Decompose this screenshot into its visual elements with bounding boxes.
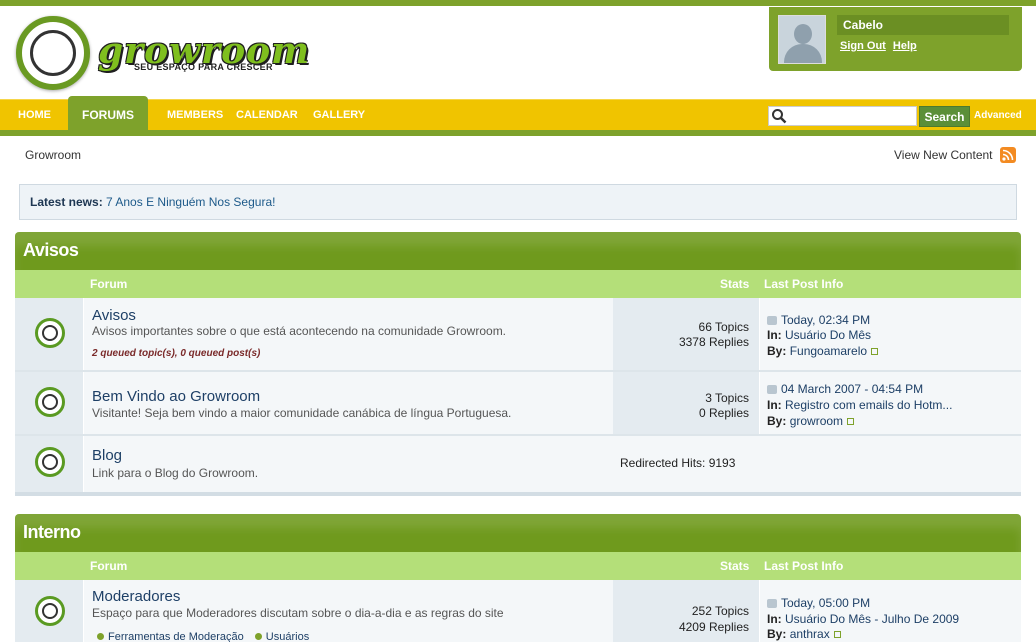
search-input[interactable]	[768, 106, 917, 126]
column-header-row: Forum Stats Last Post Info	[15, 552, 1021, 580]
nav-forums[interactable]: FORUMS	[68, 96, 148, 131]
logo-tagline: SEU ESPAÇO PARA CRESCER	[134, 62, 273, 72]
nav-calendar[interactable]: CALENDAR	[236, 100, 298, 131]
last-post-author-link[interactable]: growroom	[790, 414, 843, 428]
breadcrumb[interactable]: Growroom	[25, 148, 81, 162]
go-to-last-post-icon[interactable]	[767, 599, 777, 608]
go-to-last-post-icon[interactable]	[767, 385, 777, 394]
replies-count: 0 Replies	[698, 406, 749, 420]
news-link[interactable]: 7 Anos E Ninguém Nos Segura!	[106, 195, 275, 209]
advanced-search-link[interactable]: Advanced	[974, 100, 1022, 131]
go-to-last-post-icon[interactable]	[767, 316, 777, 325]
col-last-post: Last Post Info	[764, 277, 844, 291]
col-stats: Stats	[720, 277, 750, 291]
last-post-author-link[interactable]: Fungoamarelo	[790, 344, 867, 358]
forum-row: Avisos Avisos importantes sobre o que es…	[15, 298, 1021, 372]
nav-home[interactable]: HOME	[18, 100, 51, 131]
forum-read-icon	[35, 596, 65, 626]
news-label: Latest news:	[30, 195, 103, 209]
last-post-topic-link[interactable]: Usuário Do Mês - Julho De 2009	[785, 612, 959, 626]
forum-title-link[interactable]: Bem Vindo ao Growroom	[92, 388, 260, 405]
profile-card-icon[interactable]	[847, 418, 855, 425]
col-forum: Forum	[90, 277, 128, 291]
forum-description: Espaço para que Moderadores discutam sob…	[92, 606, 504, 620]
logo-emblem-icon	[16, 16, 90, 90]
main-nav: HOME FORUMS MEMBERS CALENDAR GALLERY Sea…	[0, 96, 1036, 131]
forum-description: Link para o Blog do Growroom.	[92, 466, 259, 480]
last-post-date[interactable]: 04 March 2007 - 04:54 PM	[781, 382, 923, 396]
subforum-list: Ferramentas de Moderação Usuários	[95, 631, 315, 642]
forum-read-icon	[35, 318, 65, 348]
rss-icon[interactable]	[1000, 147, 1016, 163]
topics-count: 3 Topics	[705, 391, 749, 405]
replies-count: 4209 Replies	[678, 620, 749, 634]
last-post-topic-link[interactable]: Usuário Do Mês	[785, 328, 871, 342]
last-post-date[interactable]: Today, 02:34 PM	[781, 313, 870, 327]
search-button[interactable]: Search	[919, 106, 970, 127]
category-title[interactable]: Avisos	[15, 232, 1021, 270]
redirect-hits: Redirected Hits: 9193	[620, 456, 736, 470]
forum-description: Visitante! Seja bem vindo a maior comuni…	[92, 406, 512, 420]
nav-underline	[0, 130, 1036, 136]
category-footer	[15, 492, 1021, 496]
site-logo[interactable]: growroom SEU ESPAÇO PARA CRESCER	[16, 16, 316, 96]
view-new-content-link[interactable]: View New Content	[894, 148, 993, 162]
forum-row: Moderadores Espaço para que Moderadores …	[15, 580, 1021, 642]
profile-card-icon[interactable]	[833, 631, 841, 638]
top-strip	[0, 0, 1036, 6]
forum-read-icon	[35, 387, 65, 417]
sign-out-link[interactable]: Sign Out	[840, 40, 886, 52]
forum-title-link[interactable]: Blog	[92, 447, 122, 464]
col-last-post: Last Post Info	[764, 559, 844, 573]
col-forum: Forum	[90, 559, 128, 573]
queued-notice[interactable]: 2 queued topic(s), 0 queued post(s)	[92, 348, 260, 359]
subforum-bullet-icon	[97, 633, 104, 640]
nav-members[interactable]: MEMBERS	[167, 100, 223, 131]
topics-count: 252 Topics	[691, 604, 749, 618]
category-interno: Interno Forum Stats Last Post Info Moder…	[15, 514, 1021, 642]
latest-news-bar: Latest news: 7 Anos E Ninguém Nos Segura…	[19, 184, 1017, 220]
forum-row: Blog Link para o Blog do Growroom. Redir…	[15, 436, 1021, 492]
forum-title-link[interactable]: Avisos	[92, 307, 136, 324]
last-post-date[interactable]: Today, 05:00 PM	[781, 596, 870, 610]
subforum-link[interactable]: Ferramentas de Moderação	[108, 631, 244, 642]
forum-redirect-icon	[35, 447, 65, 477]
last-post-topic-link[interactable]: Registro com emails do Hotm...	[785, 398, 952, 412]
forum-description: Avisos importantes sobre o que está acon…	[92, 324, 507, 338]
category-avisos: Avisos Forum Stats Last Post Info Avisos…	[15, 232, 1021, 496]
user-panel: Cabelo Sign Out Help	[769, 7, 1022, 71]
forum-title-link[interactable]: Moderadores	[92, 588, 180, 605]
category-title[interactable]: Interno	[15, 514, 1021, 552]
column-header-row: Forum Stats Last Post Info	[15, 270, 1021, 298]
profile-card-icon[interactable]	[871, 348, 879, 355]
col-stats: Stats	[720, 559, 750, 573]
user-name[interactable]: Cabelo	[837, 15, 1009, 35]
help-link[interactable]: Help	[893, 40, 917, 52]
subforum-link[interactable]: Usuários	[266, 631, 309, 642]
topics-count: 66 Topics	[698, 320, 749, 334]
search-icon	[772, 109, 787, 124]
avatar[interactable]	[778, 15, 826, 64]
nav-gallery[interactable]: GALLERY	[313, 100, 365, 131]
subforum-bullet-icon	[254, 633, 262, 640]
forum-row: Bem Vindo ao Growroom Visitante! Seja be…	[15, 372, 1021, 436]
last-post-author-link[interactable]: anthrax	[790, 627, 830, 641]
replies-count: 3378 Replies	[678, 335, 749, 349]
